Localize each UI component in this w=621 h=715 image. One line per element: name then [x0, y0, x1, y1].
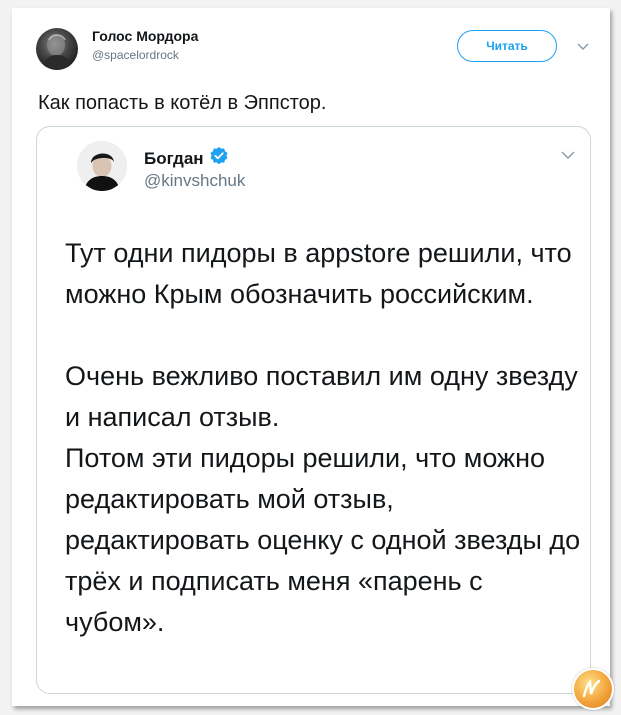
quoted-author-avatar[interactable]: [77, 141, 127, 191]
tweet-text: Как попасть в котёл в Эппстор.: [38, 92, 327, 114]
chevron-down-icon[interactable]: [561, 147, 575, 165]
watermark-logo: [572, 668, 614, 710]
quoted-tweet[interactable]: Богдан @kinvshchuk Тут одни пидоры в app…: [36, 126, 591, 694]
verified-badge-icon: [209, 146, 229, 171]
quoted-author-name-text: Богдан: [144, 148, 204, 168]
quoted-paragraph: Тут одни пидоры в appstore решили, что м…: [65, 238, 572, 309]
quoted-paragraph: Очень вежливо поставил им одну звезду и …: [65, 361, 578, 432]
quoted-tweet-body: Тут одни пидоры в appstore решили, что м…: [65, 233, 585, 643]
chevron-down-icon[interactable]: [577, 38, 589, 56]
quoted-author-name[interactable]: Богдан: [144, 146, 229, 171]
follow-button[interactable]: Читать: [457, 30, 557, 62]
quoted-paragraph: Потом эти пидоры решили, что можно редак…: [65, 443, 581, 637]
author-handle[interactable]: @spacelordrock: [92, 48, 179, 62]
quoted-author-handle[interactable]: @kinvshchuk: [144, 171, 245, 191]
tweet-card: Голос Мордора @spacelordrock Читать Как …: [12, 8, 614, 710]
author-avatar[interactable]: [36, 28, 78, 70]
author-name[interactable]: Голос Мордора: [92, 28, 198, 44]
